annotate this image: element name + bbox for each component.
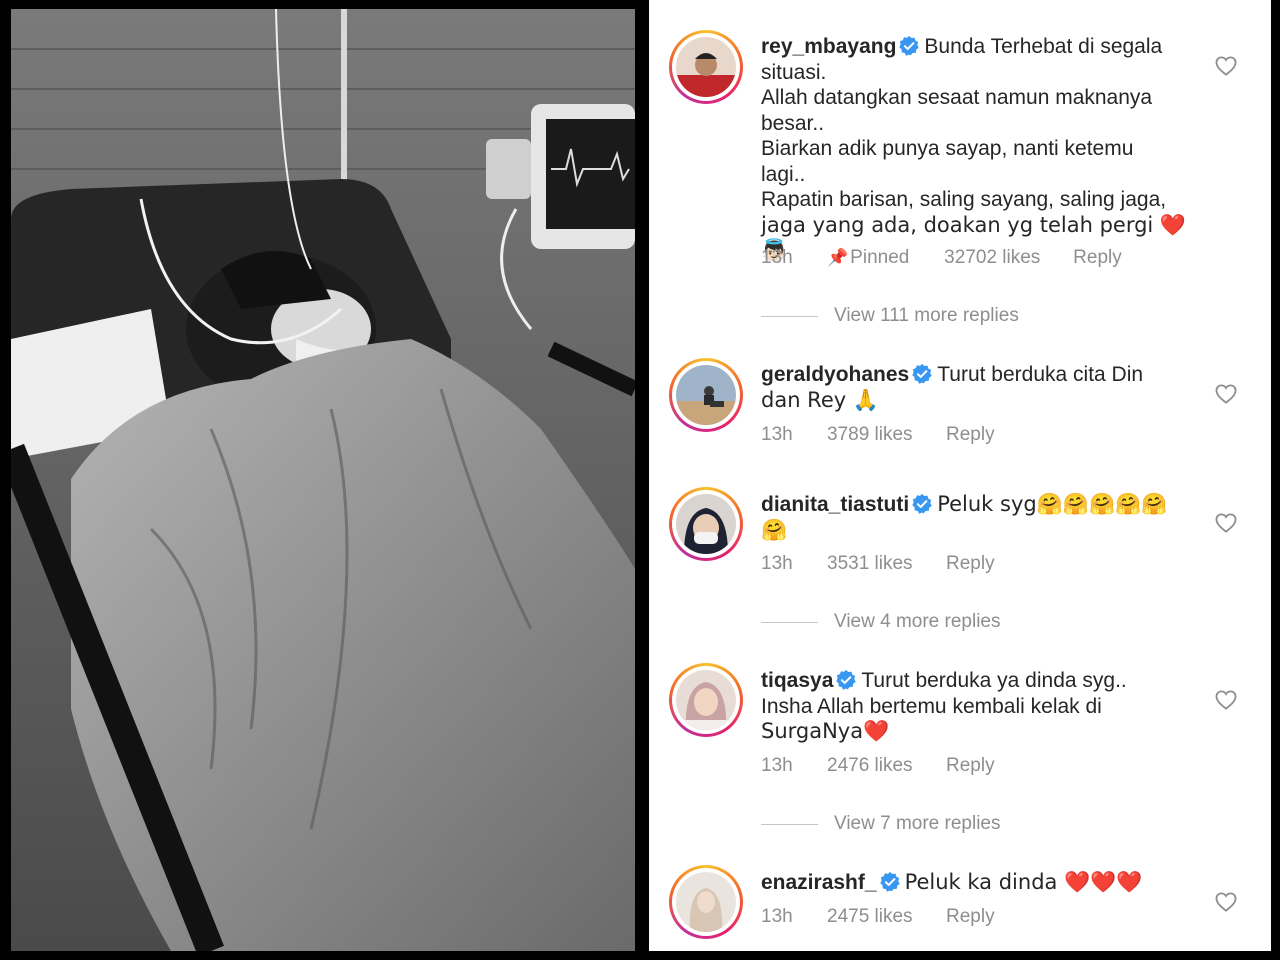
comment-text-line: Allah datangkan sesaat namun maknanya bbox=[761, 86, 1153, 109]
view-replies-label: View 111 more replies bbox=[834, 305, 1019, 326]
view-replies-label: View 7 more replies bbox=[834, 813, 1001, 834]
comment-text-line: SurgaNya❤️ bbox=[761, 719, 890, 743]
reply-button[interactable]: Reply bbox=[946, 424, 995, 446]
like-count[interactable]: 2475 likes bbox=[827, 906, 946, 928]
comments-panel: rey_mbayang Bunda Terhebat di segala situ… bbox=[649, 0, 1271, 951]
comment-text-line: Peluk ka dinda ❤️❤️❤️ bbox=[904, 870, 1143, 894]
like-count[interactable]: 2476 likes bbox=[827, 755, 946, 777]
comment-username[interactable]: geraldyohanes bbox=[761, 363, 909, 386]
avatar[interactable] bbox=[669, 865, 743, 939]
comment-text-line: Bunda Terhebat di segala bbox=[924, 35, 1163, 58]
comment-text-line: besar.. bbox=[761, 111, 825, 135]
reply-button[interactable]: Reply bbox=[946, 755, 995, 777]
like-heart-icon[interactable] bbox=[1215, 56, 1237, 76]
view-replies-button[interactable]: View 111 more replies bbox=[761, 305, 1019, 327]
avatar[interactable] bbox=[669, 358, 743, 432]
avatar[interactable] bbox=[669, 30, 743, 104]
reply-button[interactable]: Reply bbox=[946, 553, 995, 575]
like-heart-icon[interactable] bbox=[1215, 690, 1237, 710]
comment-text-line: Biarkan adik punya sayap, nanti ketemu bbox=[761, 137, 1134, 160]
comment-text-line: Rapatin barisan, saling sayang, saling j… bbox=[761, 188, 1167, 211]
post-photo bbox=[11, 9, 635, 951]
comment-text-line: lagi.. bbox=[761, 162, 806, 186]
view-replies-button[interactable]: View 7 more replies bbox=[761, 813, 1001, 835]
reply-button[interactable]: Reply bbox=[946, 906, 995, 928]
pin-icon: 📌 bbox=[827, 248, 849, 267]
replies-divider bbox=[761, 823, 818, 825]
comment-time: 13h bbox=[761, 553, 793, 574]
comment-username[interactable]: dianita_tiastuti bbox=[761, 493, 909, 516]
verified-badge-icon bbox=[911, 493, 933, 515]
reply-button[interactable]: Reply bbox=[1073, 247, 1122, 269]
view-replies-button[interactable]: View 4 more replies bbox=[761, 611, 1001, 633]
verified-badge-icon bbox=[879, 871, 901, 893]
comment-text-line: Turut berduka ya dinda syg.. bbox=[861, 669, 1127, 692]
like-count[interactable]: 3531 likes bbox=[827, 553, 946, 575]
comment-text-line: Turut berduka cita Din bbox=[937, 363, 1144, 386]
comment-text-line: dan Rey 🙏 bbox=[761, 387, 880, 412]
view-replies-label: View 4 more replies bbox=[834, 611, 1001, 632]
avatar[interactable] bbox=[669, 487, 743, 561]
comment-username[interactable]: tiqasya bbox=[761, 669, 833, 692]
comment-text-line: situasi. bbox=[761, 60, 827, 84]
comment-time: 13h bbox=[761, 247, 793, 268]
like-heart-icon[interactable] bbox=[1215, 513, 1237, 533]
comment-time: 13h bbox=[761, 755, 793, 776]
verified-badge-icon bbox=[898, 35, 920, 57]
like-count[interactable]: 32702 likes bbox=[944, 247, 1073, 269]
like-count[interactable]: 3789 likes bbox=[827, 424, 946, 446]
avatar[interactable] bbox=[669, 663, 743, 737]
like-heart-icon[interactable] bbox=[1215, 384, 1237, 404]
verified-badge-icon bbox=[911, 363, 933, 385]
comment-time: 13h bbox=[761, 906, 793, 927]
comment-username[interactable]: enazirashf_ bbox=[761, 871, 877, 894]
comment-text-line: Peluk syg🤗🤗🤗🤗🤗 bbox=[937, 492, 1168, 516]
verified-badge-icon bbox=[835, 669, 857, 691]
comment-username[interactable]: rey_mbayang bbox=[761, 35, 896, 58]
comment-time: 13h bbox=[761, 424, 793, 445]
comment-text-line: 🤗 bbox=[761, 517, 788, 542]
replies-divider bbox=[761, 621, 818, 623]
comment-text-line: Insha Allah bertemu kembali kelak di bbox=[761, 694, 1102, 718]
replies-divider bbox=[761, 315, 818, 317]
pinned-label: Pinned bbox=[850, 247, 910, 268]
like-heart-icon[interactable] bbox=[1215, 892, 1237, 912]
